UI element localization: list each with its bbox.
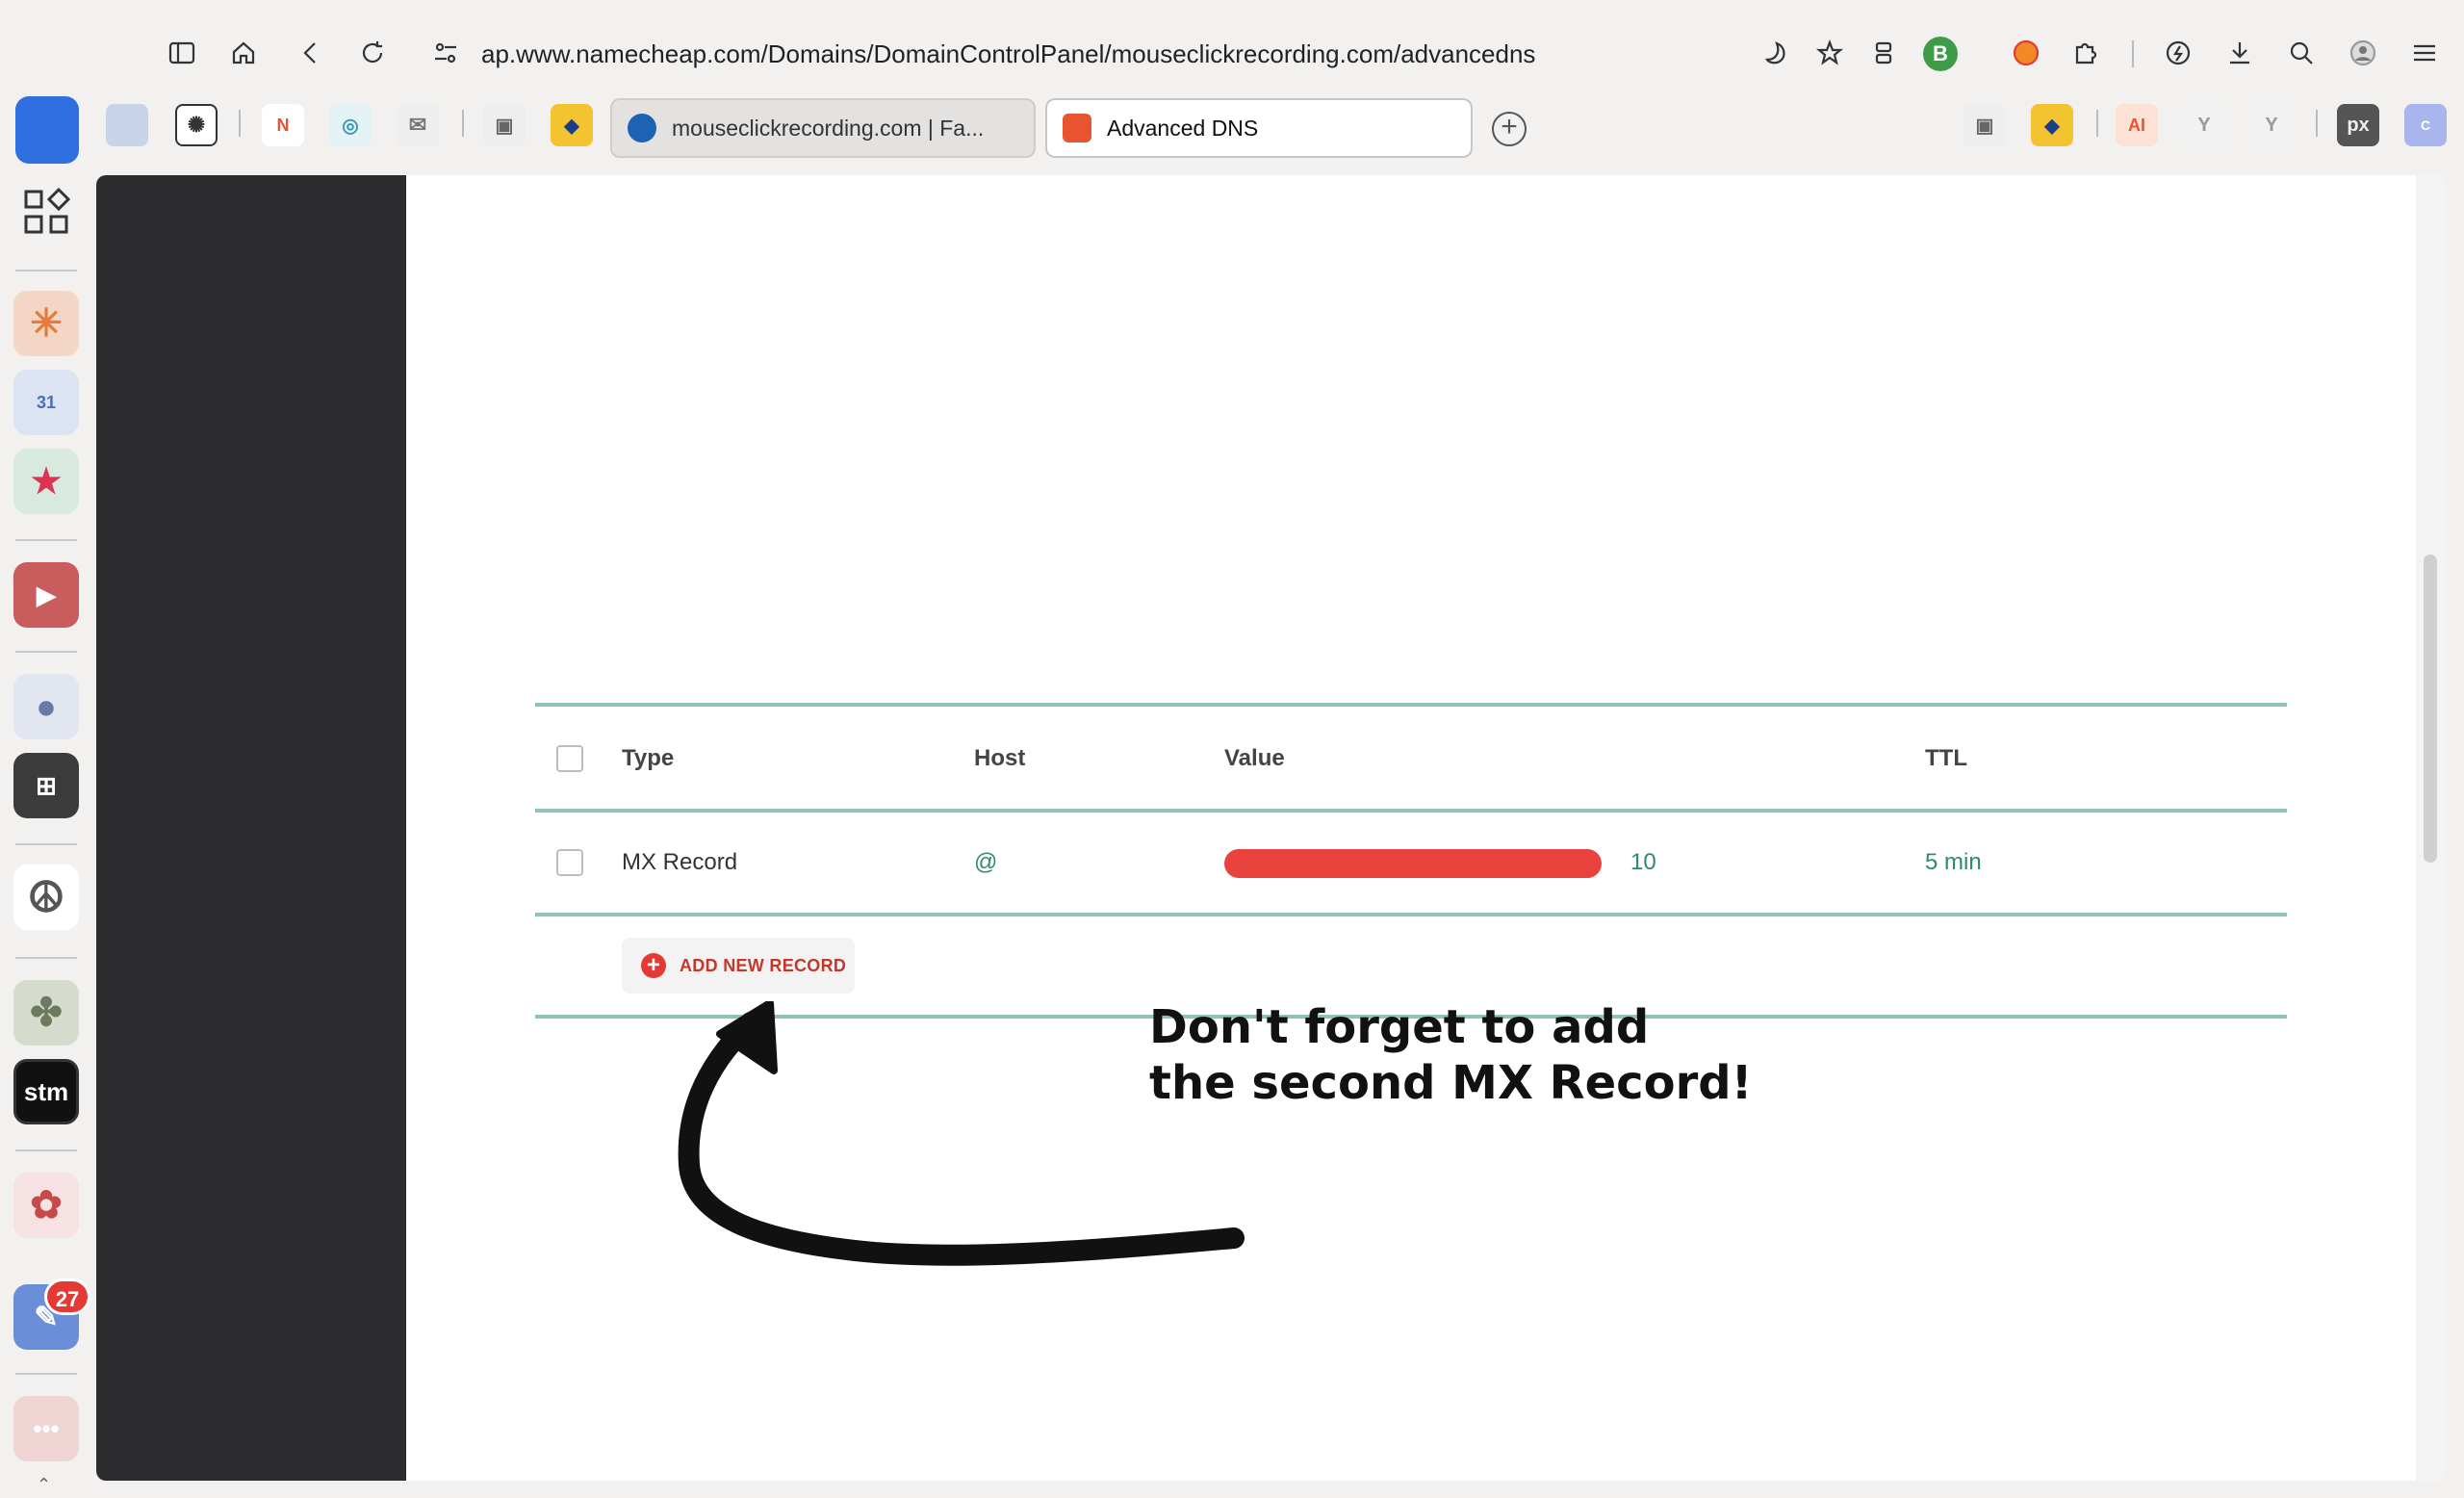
profile-avatar[interactable]: B: [1923, 37, 1958, 71]
pinned-tab-px-icon[interactable]: px: [2337, 104, 2379, 146]
row-checkbox[interactable]: [556, 849, 583, 876]
tab-favicon-icon: [628, 114, 656, 142]
add-new-record-button[interactable]: + ADD NEW RECORD: [622, 938, 855, 994]
page-viewport: [96, 175, 2445, 1481]
plus-icon: +: [641, 953, 666, 978]
dark-mode-icon[interactable]: [1759, 37, 1792, 69]
pinned-tab-plant-icon[interactable]: Y: [2250, 104, 2293, 146]
dock-peace-icon[interactable]: ☮: [13, 865, 79, 930]
annotation-callout: Don't forget to add the second MX Record…: [1149, 999, 1753, 1111]
address-bar[interactable]: ap.www.namecheap.com/Domains/DomainContr…: [481, 37, 1535, 71]
toolbar-divider: [2132, 40, 2134, 67]
pinned-tab-circle-icon[interactable]: ◎: [329, 104, 372, 146]
dashboard-grid-icon[interactable]: [13, 179, 79, 245]
dock-network-icon[interactable]: ⊞: [13, 753, 79, 818]
download-icon[interactable]: [2223, 37, 2256, 69]
dock-divider: [15, 957, 77, 959]
new-tab-button[interactable]: +: [1492, 112, 1527, 146]
pinned-divider: [239, 110, 241, 137]
workspace-app-icon[interactable]: [15, 96, 79, 164]
add-new-record-label: ADD NEW RECORD: [680, 955, 847, 975]
pinned-tab-camera-icon[interactable]: ▣: [1964, 104, 2006, 146]
extensions-puzzle-icon[interactable]: [2069, 37, 2102, 69]
search-icon[interactable]: [2285, 37, 2318, 69]
pinned-divider: [2316, 110, 2318, 137]
dock-divider: [15, 1373, 77, 1375]
dock-divider: [15, 270, 77, 271]
table-row-border: [535, 913, 2287, 917]
pinned-divider: [462, 110, 464, 137]
table-top-border: [535, 703, 2287, 707]
record-type[interactable]: MX Record: [622, 849, 737, 876]
annotation-line-1: Don't forget to add: [1149, 1000, 1650, 1054]
dock-youtube-icon[interactable]: ▶: [13, 562, 79, 628]
pinned-tab-canva-icon[interactable]: C: [2404, 104, 2447, 146]
redacted-value-mark: [1224, 849, 1602, 878]
dock-divider: [15, 651, 77, 653]
annotation-line-2: the second MX Record!: [1149, 1056, 1753, 1110]
notification-badge: 27: [44, 1278, 90, 1315]
dock-puzzle-icon[interactable]: ✤: [13, 980, 79, 1046]
dock-divider: [15, 539, 77, 541]
dock-stm-app[interactable]: stm: [13, 1059, 79, 1124]
menu-icon[interactable]: [2408, 37, 2441, 69]
dock-flower-icon[interactable]: ✿: [13, 1173, 79, 1238]
pinned-tab-game-icon[interactable]: ◆: [2031, 104, 2073, 146]
column-header-host: Host: [974, 745, 1026, 771]
scrollbar-thumb[interactable]: [2424, 555, 2437, 863]
tab-mouseclickrecording[interactable]: mouseclickrecording.com | Fa...: [610, 98, 1036, 158]
tab-favicon-icon: [1063, 114, 1091, 142]
control-panel-sidebar: [96, 175, 406, 1481]
select-all-checkbox[interactable]: [556, 745, 583, 772]
column-header-ttl: TTL: [1925, 745, 1967, 771]
reload-icon[interactable]: [356, 37, 389, 69]
account-icon[interactable]: [2347, 37, 2379, 69]
record-priority[interactable]: 10: [1630, 849, 1656, 876]
dock-collapse-chevron-icon[interactable]: ⌃: [37, 1475, 51, 1495]
tab-label: mouseclickrecording.com | Fa...: [672, 115, 985, 141]
pinned-tab-mail-icon[interactable]: ✉: [397, 104, 439, 146]
back-icon[interactable]: [295, 37, 327, 69]
pinned-tab-namecheap-icon[interactable]: N: [262, 104, 304, 146]
record-host[interactable]: @: [974, 849, 997, 876]
sidebar-toggle-icon[interactable]: [166, 37, 198, 69]
dock-divider: [15, 1149, 77, 1151]
dock-asterisk-app-icon[interactable]: ✳: [13, 291, 79, 356]
site-settings-icon[interactable]: [429, 37, 462, 69]
column-header-type: Type: [622, 745, 675, 771]
pinned-tab-ai-icon[interactable]: AI: [2116, 104, 2158, 146]
pinned-tab-camera-icon[interactable]: ▣: [483, 104, 526, 146]
home-icon[interactable]: [227, 37, 260, 69]
speed-dial-icon[interactable]: [2162, 37, 2194, 69]
scrollbar-track[interactable]: [2416, 175, 2445, 1481]
tab-advanced-dns[interactable]: Advanced DNS: [1045, 98, 1473, 158]
dock-contact-icon[interactable]: ●: [13, 674, 79, 739]
column-header-value: Value: [1224, 745, 1285, 771]
dock-more-icon[interactable]: •••: [13, 1396, 79, 1461]
dock-divider: [15, 843, 77, 845]
tab-stack-icon[interactable]: [1867, 37, 1900, 69]
tab-label: Advanced DNS: [1107, 115, 1259, 141]
bookmark-star-icon[interactable]: [1813, 37, 1846, 69]
pinned-tab-plant-icon[interactable]: Y: [2183, 104, 2225, 146]
ai-extension-icon[interactable]: [2010, 37, 2042, 69]
record-ttl[interactable]: 5 min: [1925, 849, 1982, 876]
dock-calendar-icon[interactable]: 31: [13, 370, 79, 435]
browser-toolbar: ap.www.namecheap.com/Domains/DomainContr…: [0, 0, 2464, 106]
table-header-border: [535, 809, 2287, 813]
pinned-tab-split-icon[interactable]: [106, 104, 148, 146]
pinned-divider: [2096, 110, 2098, 137]
dock-stm-label: stm: [23, 1076, 69, 1106]
dock-star-app-icon[interactable]: ★: [13, 449, 79, 514]
pinned-tab-chatgpt-icon[interactable]: ✺: [175, 104, 218, 146]
pinned-tab-game-icon[interactable]: ◆: [551, 104, 593, 146]
